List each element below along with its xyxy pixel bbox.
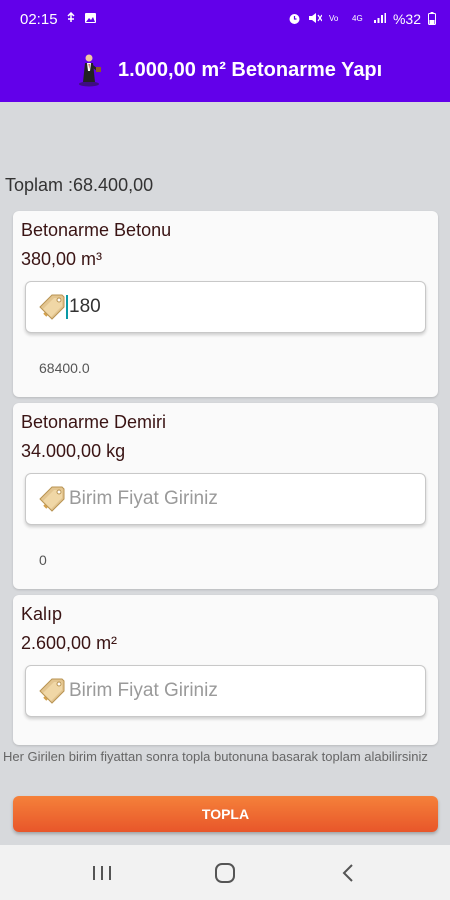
battery-label: %32 xyxy=(392,11,421,27)
topla-button[interactable]: TOPLA xyxy=(13,796,438,832)
card-result: 68400.0 xyxy=(39,360,90,376)
card-kalip: Kalıp 2.600,00 m² xyxy=(13,595,438,745)
card-amount: 380,00 m³ xyxy=(21,249,103,269)
volte-icon: Vo xyxy=(329,12,345,26)
home-icon[interactable] xyxy=(205,853,245,893)
signal-icon xyxy=(373,12,386,26)
card-amount: 34.000,00 kg xyxy=(21,441,126,461)
card-amount: 2.600,00 m² xyxy=(21,633,118,653)
status-bar: 02:15 Vo 4G %32 xyxy=(0,0,450,38)
svg-text:4G: 4G xyxy=(352,14,363,23)
status-left: 02:15 xyxy=(20,11,97,28)
unit-price-field[interactable] xyxy=(25,473,426,525)
unit-price-input[interactable] xyxy=(68,488,398,510)
price-tag-icon xyxy=(39,294,65,320)
app-logo xyxy=(79,54,101,87)
recent-apps-icon[interactable] xyxy=(82,853,122,893)
alarm-icon xyxy=(288,12,301,27)
gallery-icon xyxy=(84,12,97,26)
price-tag-icon xyxy=(39,678,65,704)
card-betonarme-betonu: Betonarme Betonu 380,00 m³ 68400.0 xyxy=(13,211,438,397)
card-title: Betonarme Betonu xyxy=(21,220,172,240)
4g-icon: 4G xyxy=(352,12,366,26)
unit-price-field[interactable] xyxy=(25,665,426,717)
app-title: 1.000,00 m² Betonarme Yapı xyxy=(118,58,383,81)
unit-price-input[interactable] xyxy=(68,680,398,702)
status-time: 02:15 xyxy=(20,10,58,28)
back-icon[interactable] xyxy=(328,853,368,893)
price-tag-icon xyxy=(39,486,65,512)
navigation-bar xyxy=(0,845,450,900)
card-betonarme-demiri: Betonarme Demiri 34.000,00 kg 0 xyxy=(13,403,438,589)
total-label: Toplam :68.400,00 xyxy=(5,175,154,195)
card-title: Betonarme Demiri xyxy=(21,412,167,432)
status-right: Vo 4G %32 xyxy=(288,11,436,27)
unit-price-field[interactable] xyxy=(25,281,426,333)
app-bar: 1.000,00 m² Betonarme Yapı xyxy=(0,38,450,102)
unit-price-input[interactable] xyxy=(68,296,398,318)
hint-text: Her Girilen birim fiyattan sonra topla b… xyxy=(3,749,428,764)
battery-icon xyxy=(428,11,436,27)
svg-text:Vo: Vo xyxy=(329,14,339,23)
card-title: Kalıp xyxy=(21,604,63,624)
card-result: 0 xyxy=(39,552,47,568)
mute-icon xyxy=(308,12,323,26)
usb-icon xyxy=(65,11,77,26)
